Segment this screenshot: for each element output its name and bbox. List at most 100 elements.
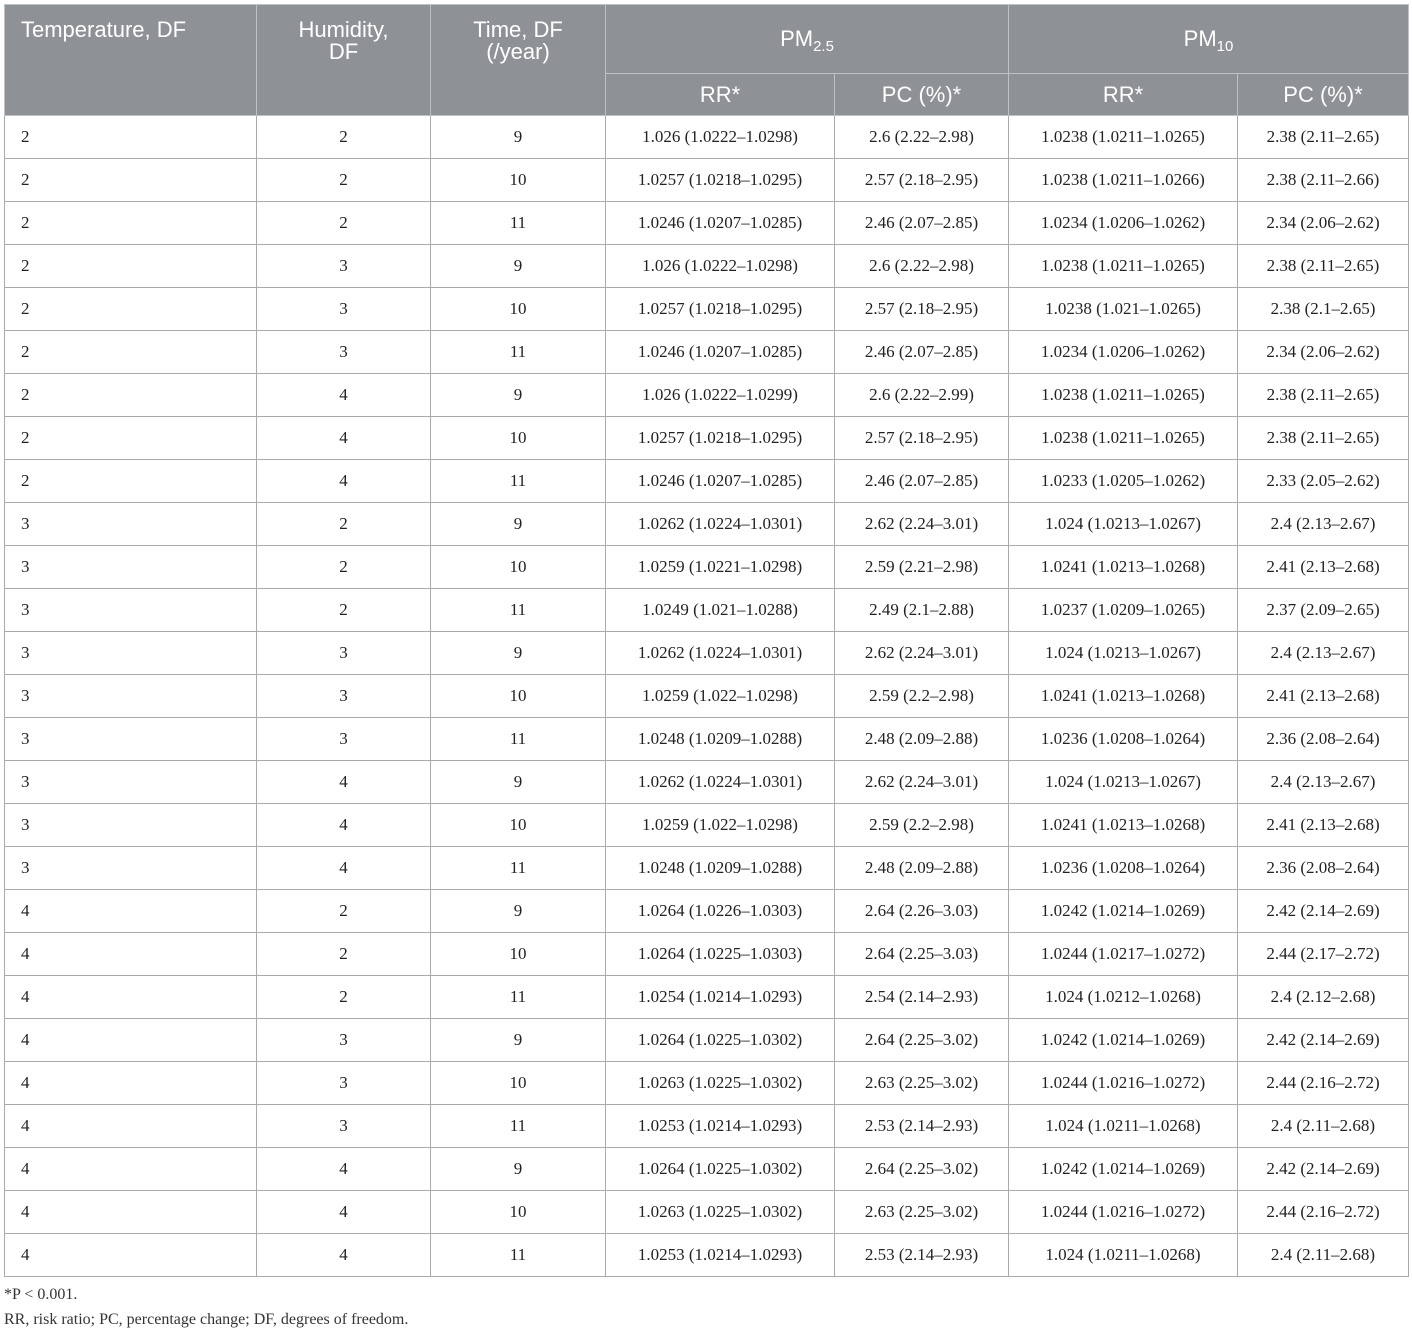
time-df-cell: 10	[430, 545, 606, 589]
pm10-pc-cell: 2.41 (2.13–2.68)	[1237, 674, 1410, 718]
pm10-pc-cell: 2.4 (2.13–2.67)	[1237, 760, 1410, 804]
pm25-pc-cell: 2.53 (2.14–2.93)	[833, 1104, 1010, 1148]
table-row: 2 3 9 1.026 (1.0222–1.0298) 2.6 (2.22–2.98) 1…	[4, 244, 1410, 288]
time-df-cell: 9	[430, 760, 606, 804]
temperature-df-cell: 2	[4, 459, 257, 503]
table-row: 3 3 11 1.0248 (1.0209–1.0288) 2.48 (2.09–2.8…	[4, 717, 1410, 761]
temperature-df-cell: 2	[4, 115, 257, 159]
pm25-pc-cell: 2.54 (2.14–2.93)	[833, 975, 1010, 1019]
pm25-rr-cell: 1.0257 (1.0218–1.0295)	[605, 416, 835, 460]
time-df-cell: 11	[430, 846, 606, 890]
table-row: 2 2 11 1.0246 (1.0207–1.0285) 2.46 (2.07–2.8…	[4, 201, 1410, 245]
time-df-cell: 11	[430, 975, 606, 1019]
temperature-df-cell: 2	[4, 201, 257, 245]
pm10-rr-cell: 1.024 (1.0213–1.0267)	[1008, 631, 1239, 675]
pm25-rr-cell: 1.0249 (1.021–1.0288)	[605, 588, 835, 632]
temperature-df-cell: 2	[4, 373, 257, 417]
table-row: 4 2 9 1.0264 (1.0226–1.0303) 2.64 (2.26–3.03…	[4, 889, 1410, 933]
pm10-pc-cell: 2.38 (2.11–2.65)	[1237, 416, 1410, 460]
pm10-pc-cell: 2.44 (2.16–2.72)	[1237, 1061, 1410, 1105]
pm10-rr-cell: 1.0242 (1.0214–1.0269)	[1008, 1018, 1239, 1062]
pm25-rr-cell: 1.0246 (1.0207–1.0285)	[605, 330, 835, 374]
humidity-df-cell: 2	[256, 889, 431, 933]
pm10-pc-cell: 2.44 (2.16–2.72)	[1237, 1190, 1410, 1234]
pm25-pc-cell: 2.46 (2.07–2.85)	[833, 330, 1010, 374]
temperature-df-cell: 4	[4, 1147, 257, 1191]
pm10-rr-cell: 1.024 (1.0213–1.0267)	[1008, 760, 1239, 804]
temperature-df-cell: 3	[4, 502, 257, 546]
pm25-rr-cell: 1.0262 (1.0224–1.0301)	[605, 502, 835, 546]
pm10-pc-cell: 2.41 (2.13–2.68)	[1237, 545, 1410, 589]
time-df-cell: 9	[430, 1147, 606, 1191]
pm10-rr-cell: 1.024 (1.0211–1.0268)	[1008, 1104, 1239, 1148]
pm25-rr-cell: 1.0263 (1.0225–1.0302)	[605, 1190, 835, 1234]
humidity-df-cell: 4	[256, 416, 431, 460]
pm25-rr-cell: 1.0259 (1.0221–1.0298)	[605, 545, 835, 589]
pm25-rr-cell: 1.0264 (1.0225–1.0302)	[605, 1018, 835, 1062]
pm25-rr-cell: 1.0259 (1.022–1.0298)	[605, 674, 835, 718]
pm25-rr-cell: 1.0257 (1.0218–1.0295)	[605, 158, 835, 202]
temperature-df-cell: 3	[4, 545, 257, 589]
pm10-rr-cell: 1.024 (1.0211–1.0268)	[1008, 1233, 1239, 1277]
temperature-df-cell: 4	[4, 975, 257, 1019]
pm10-pc-cell: 2.36 (2.08–2.64)	[1237, 717, 1410, 761]
table-header: Temperature, DF Humidity, DF Time, DF (/…	[4, 4, 1410, 116]
pm25-rr-cell: 1.0259 (1.022–1.0298)	[605, 803, 835, 847]
time-df-cell: 11	[430, 459, 606, 503]
pm10-rr-cell: 1.0238 (1.021–1.0265)	[1008, 287, 1239, 331]
temperature-df-cell: 4	[4, 1104, 257, 1148]
humidity-df-cell: 2	[256, 502, 431, 546]
time-df-cell: 10	[430, 674, 606, 718]
pm10-pc-cell: 2.4 (2.11–2.68)	[1237, 1104, 1410, 1148]
pm25-pc-cell: 2.62 (2.24–3.01)	[833, 631, 1010, 675]
table-row: 3 4 11 1.0248 (1.0209–1.0288) 2.48 (2.09–2.8…	[4, 846, 1410, 890]
pm10-rr-cell: 1.0233 (1.0205–1.0262)	[1008, 459, 1239, 503]
pm10-pc-cell: 2.38 (2.11–2.66)	[1237, 158, 1410, 202]
pm25-rr-cell: 1.0248 (1.0209–1.0288)	[605, 717, 835, 761]
pm25-pc-cell: 2.49 (2.1–2.88)	[833, 588, 1010, 632]
humidity-df-cell: 2	[256, 975, 431, 1019]
table-row: 4 4 11 1.0253 (1.0214–1.0293) 2.53 (2.14–2.9…	[4, 1233, 1410, 1277]
pm10-rr-cell: 1.0236 (1.0208–1.0264)	[1008, 846, 1239, 890]
temperature-df-cell: 2	[4, 287, 257, 331]
table-row: 4 3 10 1.0263 (1.0225–1.0302) 2.63 (2.25–3.0…	[4, 1061, 1410, 1105]
header-pm25-base: PM	[780, 26, 814, 51]
time-df-cell: 9	[430, 889, 606, 933]
time-df-cell: 10	[430, 1061, 606, 1105]
table-row: 3 2 11 1.0249 (1.021–1.0288) 2.49 (2.1–2.88)…	[4, 588, 1410, 632]
pm10-rr-cell: 1.0238 (1.0211–1.0266)	[1008, 158, 1239, 202]
pm10-rr-cell: 1.0242 (1.0214–1.0269)	[1008, 889, 1239, 933]
pm10-rr-cell: 1.0244 (1.0216–1.0272)	[1008, 1190, 1239, 1234]
humidity-df-cell: 3	[256, 330, 431, 374]
pm25-pc-cell: 2.64 (2.25–3.03)	[833, 932, 1010, 976]
pm10-rr-cell: 1.0244 (1.0216–1.0272)	[1008, 1061, 1239, 1105]
pm25-pc-cell: 2.62 (2.24–3.01)	[833, 760, 1010, 804]
pm25-pc-cell: 2.48 (2.09–2.88)	[833, 717, 1010, 761]
pm25-pc-cell: 2.6 (2.22–2.98)	[833, 244, 1010, 288]
time-df-cell: 9	[430, 1018, 606, 1062]
humidity-df-cell: 4	[256, 760, 431, 804]
table-row: 2 3 10 1.0257 (1.0218–1.0295) 2.57 (2.18–2.9…	[4, 287, 1410, 331]
humidity-df-cell: 3	[256, 1104, 431, 1148]
pm10-rr-cell: 1.0244 (1.0217–1.0272)	[1008, 932, 1239, 976]
pm25-pc-cell: 2.57 (2.18–2.95)	[833, 158, 1010, 202]
pm10-pc-cell: 2.36 (2.08–2.64)	[1237, 846, 1410, 890]
table-row: 3 3 9 1.0262 (1.0224–1.0301) 2.62 (2.24–3.01…	[4, 631, 1410, 675]
footnote-abbreviations: RR, risk ratio; PC, percentage change; D…	[4, 1311, 409, 1328]
time-df-cell: 10	[430, 287, 606, 331]
pm25-rr-cell: 1.0262 (1.0224–1.0301)	[605, 631, 835, 675]
time-df-cell: 11	[430, 1104, 606, 1148]
header-pm10-group: PM10	[1008, 4, 1410, 74]
table-row: 2 4 11 1.0246 (1.0207–1.0285) 2.46 (2.07–2.8…	[4, 459, 1410, 503]
time-df-cell: 11	[430, 588, 606, 632]
header-pm10-sub: 10	[1216, 38, 1234, 55]
pm10-pc-cell: 2.4 (2.11–2.68)	[1237, 1233, 1410, 1277]
pm25-pc-cell: 2.64 (2.26–3.03)	[833, 889, 1010, 933]
table-row: 4 4 9 1.0264 (1.0225–1.0302) 2.64 (2.25–3.02…	[4, 1147, 1410, 1191]
pm10-pc-cell: 2.42 (2.14–2.69)	[1237, 889, 1410, 933]
table-row: 4 3 11 1.0253 (1.0214–1.0293) 2.53 (2.14–2.9…	[4, 1104, 1410, 1148]
header-pm25-sub: 2.5	[813, 38, 834, 55]
pm25-pc-cell: 2.64 (2.25–3.02)	[833, 1018, 1010, 1062]
sensitivity-analysis-table: Temperature, DF Humidity, DF Time, DF (/…	[4, 4, 1410, 1277]
humidity-df-cell: 4	[256, 846, 431, 890]
